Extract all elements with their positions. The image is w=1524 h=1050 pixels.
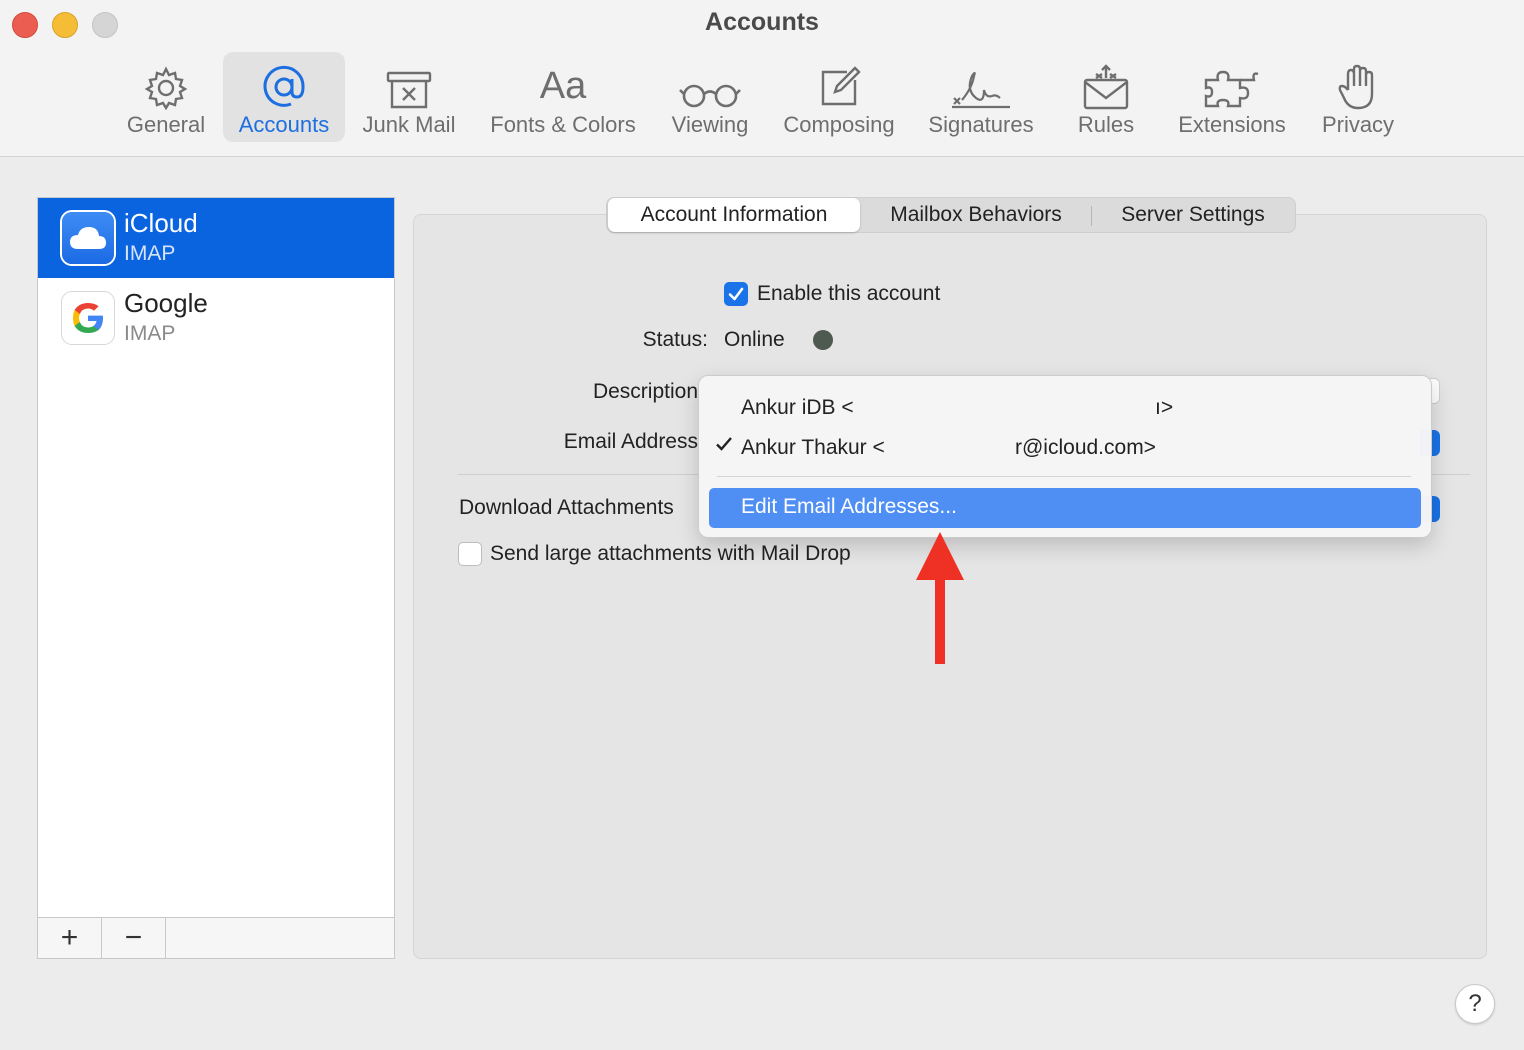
google-icon xyxy=(62,292,114,344)
status-indicator xyxy=(813,330,833,350)
toolbar-accounts-label: Accounts xyxy=(238,112,330,137)
mail-drop-label: Send large attachments with Mail Drop xyxy=(490,542,851,565)
add-account-button[interactable]: + xyxy=(38,918,102,958)
toolbar-viewing[interactable]: Viewing xyxy=(664,52,756,142)
window-title: Accounts xyxy=(705,8,819,36)
toolbar-signatures-label: Signatures xyxy=(928,112,1034,137)
junk-bin-icon xyxy=(385,52,433,110)
toolbar-accounts[interactable]: Accounts xyxy=(223,52,345,142)
account-type: IMAP xyxy=(124,322,176,345)
account-tabs: Account Information Mailbox Behaviors Se… xyxy=(606,197,1296,233)
menu-item-suffix: ı> xyxy=(1155,396,1174,419)
toolbar-privacy[interactable]: Privacy xyxy=(1314,52,1402,142)
account-row-icloud[interactable]: iCloud IMAP xyxy=(38,198,394,278)
annotation-arrow-icon xyxy=(914,530,966,671)
account-list: iCloud IMAP Google IMAP + − xyxy=(37,197,395,959)
at-sign-icon xyxy=(261,52,307,110)
menu-separator xyxy=(717,476,1411,477)
account-name: Google xyxy=(124,288,208,318)
compose-icon xyxy=(817,52,861,110)
email-address-label: Email Address xyxy=(563,430,698,453)
toolbar-rules[interactable]: Rules xyxy=(1066,52,1146,142)
toolbar-composing-label: Composing xyxy=(783,112,895,137)
icloud-icon xyxy=(62,212,114,264)
toolbar-general-label: General xyxy=(126,112,206,137)
toolbar-fonts-colors-label: Fonts & Colors xyxy=(490,112,636,137)
tab-server-settings[interactable]: Server Settings xyxy=(1093,198,1293,232)
account-type: IMAP xyxy=(124,242,176,265)
menu-item-label: Ankur Thakur < xyxy=(741,436,885,459)
menu-item-ankur-thakur[interactable]: Ankur Thakur < r@icloud.com> xyxy=(699,430,1431,466)
hand-icon xyxy=(1338,52,1378,110)
envelope-rules-icon xyxy=(1082,52,1130,110)
email-address-menu: Ankur iDB < ı> Ankur Thakur < r@icloud.c… xyxy=(698,375,1432,538)
account-row-google[interactable]: Google IMAP xyxy=(38,278,394,358)
tab-divider xyxy=(1091,206,1092,226)
font-aa-icon: Aa xyxy=(539,65,587,107)
toolbar-junk-mail[interactable]: Junk Mail xyxy=(356,52,462,142)
enable-account-label: Enable this account xyxy=(757,282,941,305)
account-name: iCloud xyxy=(124,208,198,238)
toolbar-viewing-label: Viewing xyxy=(671,112,749,137)
toolbar-junk-mail-label: Junk Mail xyxy=(362,112,456,137)
status-label: Status: xyxy=(642,328,708,351)
glasses-icon xyxy=(678,52,742,110)
toolbar-extensions[interactable]: Extensions xyxy=(1170,52,1294,142)
toolbar-composing[interactable]: Composing xyxy=(775,52,903,142)
edit-email-addresses-label: Edit Email Addresses... xyxy=(741,495,957,518)
help-button[interactable]: ? xyxy=(1455,984,1495,1024)
enable-account-checkbox[interactable] xyxy=(724,282,748,306)
toolbar-general[interactable]: General xyxy=(118,52,214,142)
menu-item-suffix: r@icloud.com> xyxy=(1015,436,1156,459)
toolbar-rules-label: Rules xyxy=(1077,112,1135,137)
toolbar-privacy-label: Privacy xyxy=(1321,112,1395,137)
gear-icon xyxy=(144,52,188,110)
puzzle-icon xyxy=(1202,52,1262,110)
toolbar-fonts-colors[interactable]: Aa Fonts & Colors xyxy=(480,52,646,142)
window-titlebar: Accounts General Accounts Junk Mail Aa F… xyxy=(0,0,1524,157)
edit-email-addresses-item[interactable]: Edit Email Addresses... xyxy=(709,488,1421,528)
mail-drop-checkbox[interactable] xyxy=(458,542,482,566)
checkmark-icon xyxy=(728,287,744,301)
menu-item-label: Ankur iDB < xyxy=(741,396,854,419)
tab-mailbox-behaviors[interactable]: Mailbox Behaviors xyxy=(863,198,1089,232)
status-value: Online xyxy=(724,328,785,351)
description-label: Description xyxy=(592,380,698,403)
checkmark-icon xyxy=(715,435,733,459)
toolbar-signatures[interactable]: Signatures xyxy=(920,52,1042,142)
remove-account-button[interactable]: − xyxy=(102,918,166,958)
menu-item-ankur-idb[interactable]: Ankur iDB < ı> xyxy=(699,390,1431,426)
signature-icon xyxy=(950,52,1012,110)
account-list-footer: + − xyxy=(38,917,394,958)
tab-account-information[interactable]: Account Information xyxy=(608,198,860,232)
download-attachments-label: Download Attachments xyxy=(459,496,674,519)
toolbar-extensions-label: Extensions xyxy=(1178,112,1286,137)
